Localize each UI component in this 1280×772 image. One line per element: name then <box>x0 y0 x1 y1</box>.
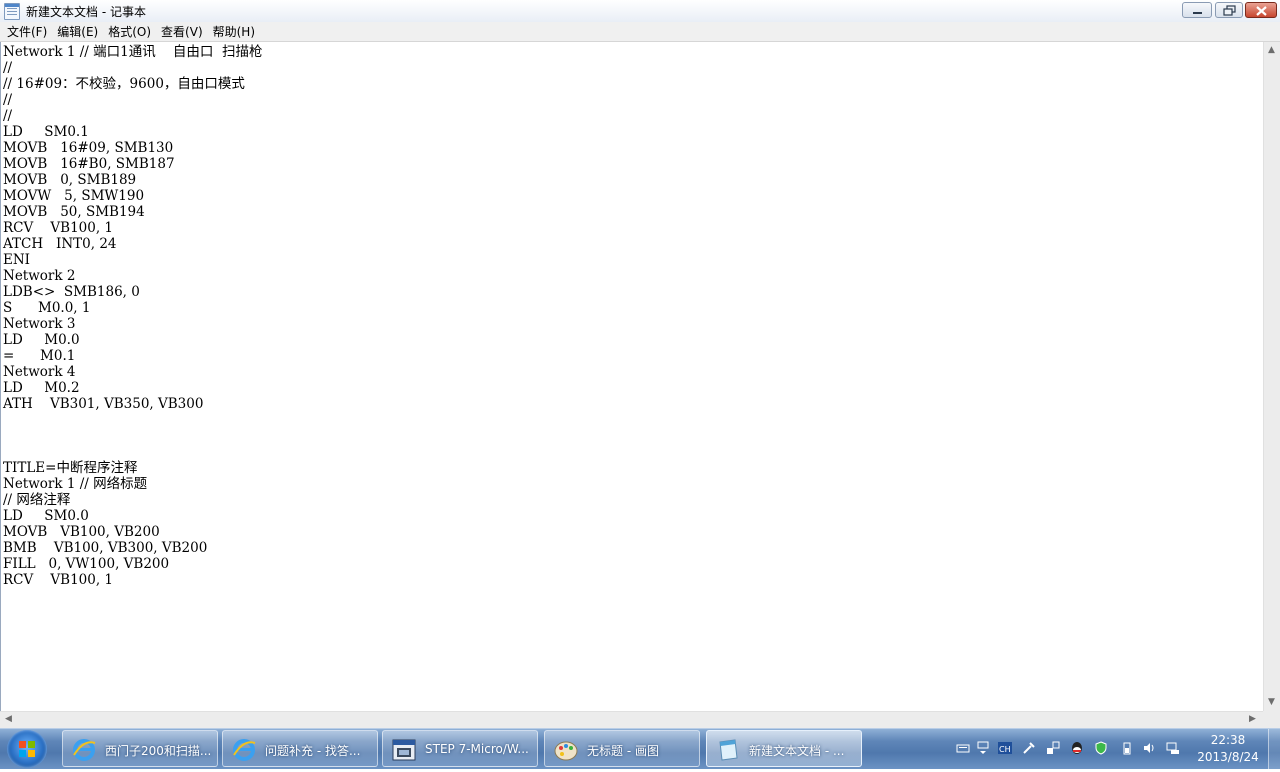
paint-icon <box>554 741 578 761</box>
taskbar-item-notepad[interactable]: 新建文本文档 - ... <box>706 730 862 767</box>
taskbar-item-label: 西门子200和扫描... <box>105 744 212 758</box>
taskbar-item-label: 问题补充 - 找答... <box>265 744 361 758</box>
notepad-icon <box>4 3 20 20</box>
windows-logo-icon <box>19 741 35 757</box>
security-shield-icon[interactable] <box>1094 741 1108 755</box>
scroll-down-icon[interactable]: ▼ <box>1268 698 1275 707</box>
clock-time[interactable]: 22:38 <box>1196 733 1260 747</box>
menu-format[interactable]: 格式(O) <box>103 23 156 40</box>
taskbar-item-label: 新建文本文档 - ... <box>749 744 845 758</box>
notepad-icon <box>719 739 738 761</box>
window-title: 新建文本文档 - 记事本 <box>26 5 146 19</box>
qq-icon[interactable] <box>1070 741 1084 755</box>
horizontal-scrollbar[interactable]: ◀ ▶ <box>0 711 1263 728</box>
restore-button[interactable] <box>1215 2 1243 18</box>
tools-icon[interactable] <box>1022 741 1036 755</box>
network-icon[interactable] <box>1166 741 1180 755</box>
taskbar-item-siemens[interactable]: 西门子200和扫描... <box>62 730 218 767</box>
menu-help[interactable]: 帮助(H) <box>208 23 260 40</box>
close-button[interactable] <box>1245 2 1277 18</box>
menu-view[interactable]: 查看(V) <box>156 23 208 40</box>
taskbar: 西门子200和扫描... 问题补充 - 找答... STEP 7-Micro/W… <box>0 728 1280 769</box>
taskbar-item-paint[interactable]: 无标题 - 画图 <box>544 730 700 767</box>
svg-text:CH: CH <box>999 745 1011 754</box>
battery-icon[interactable] <box>1120 741 1134 755</box>
taskbar-item-label: STEP 7-Micro/W... <box>425 742 529 756</box>
input-method-icon[interactable]: CH <box>998 741 1012 755</box>
restore-icon <box>1223 5 1236 16</box>
language-icon[interactable] <box>976 741 990 755</box>
taskbar-item-label: 无标题 - 画图 <box>587 744 659 758</box>
scroll-up-icon[interactable]: ▲ <box>1268 46 1275 55</box>
step7-icon <box>392 739 416 761</box>
taskbar-item-question[interactable]: 问题补充 - 找答... <box>222 730 378 767</box>
scroll-corner <box>1263 711 1280 728</box>
menu-file[interactable]: 文件(F) <box>2 23 52 40</box>
text-editor[interactable]: Network 1 // 端口1通讯 自由口 扫描枪 // // 16#09：不… <box>0 42 1263 711</box>
volume-icon[interactable] <box>1142 741 1156 755</box>
keyboard-icon[interactable] <box>956 741 970 755</box>
menu-bar: 文件(F) 编辑(E) 格式(O) 查看(V) 帮助(H) <box>0 22 1280 42</box>
scroll-left-icon[interactable]: ◀ <box>5 715 12 724</box>
close-icon <box>1256 6 1267 16</box>
minimize-icon <box>1193 12 1202 14</box>
ie-icon <box>233 739 256 761</box>
clock-date[interactable]: 2013/8/24 <box>1196 750 1260 764</box>
ie-icon <box>73 739 96 761</box>
start-button[interactable] <box>7 730 47 768</box>
editor-content[interactable]: Network 1 // 端口1通讯 自由口 扫描枪 // // 16#09：不… <box>1 42 1263 588</box>
show-desktop-button[interactable] <box>1268 729 1280 769</box>
menu-edit[interactable]: 编辑(E) <box>52 23 103 40</box>
taskbar-item-step7[interactable]: STEP 7-Micro/W... <box>382 730 538 767</box>
title-bar[interactable]: 新建文本文档 - 记事本 <box>0 0 1280 23</box>
vertical-scrollbar[interactable]: ▲ ▼ <box>1263 42 1280 711</box>
network-adapter-icon[interactable] <box>1046 741 1060 755</box>
minimize-button[interactable] <box>1182 2 1212 18</box>
scroll-right-icon[interactable]: ▶ <box>1249 715 1256 724</box>
